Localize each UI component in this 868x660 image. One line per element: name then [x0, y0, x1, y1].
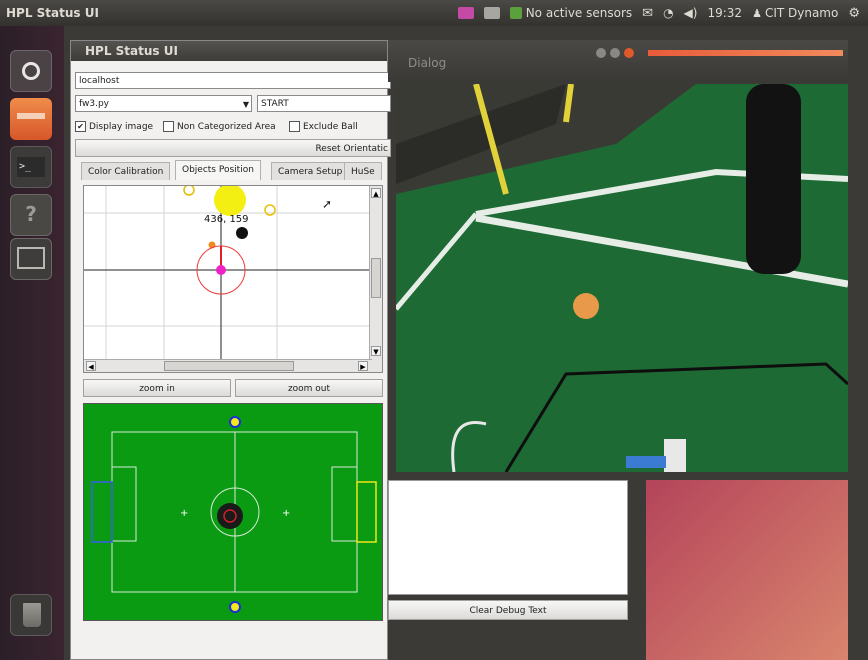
volume-icon[interactable]: ◀) [684, 6, 698, 20]
clear-debug-text-button[interactable]: Clear Debug Text [388, 600, 628, 620]
obstacle-marker [236, 227, 248, 239]
penalty-mark-right: + [282, 508, 290, 519]
launcher: >_ ? [0, 26, 64, 660]
gear-icon[interactable]: ⚙ [848, 6, 860, 21]
ball-marker [214, 186, 246, 216]
blue-goal [91, 481, 113, 543]
horizontal-scrollbar[interactable]: ◀ ▶ [84, 359, 372, 372]
debug-text-area[interactable] [388, 480, 628, 595]
host-field[interactable]: localhost [75, 72, 391, 89]
wifi-icon[interactable]: ◔ [663, 6, 673, 20]
workspace-switcher[interactable] [10, 238, 52, 280]
trash-icon [23, 603, 41, 627]
cursor-icon: ➚ [322, 197, 332, 211]
exclude-ball-checkbox[interactable]: Exclude Ball [289, 121, 358, 132]
scroll-right-arrow-icon[interactable]: ▶ [358, 361, 368, 371]
scroll-left-arrow-icon[interactable]: ◀ [86, 361, 96, 371]
dash-home-button[interactable] [10, 50, 52, 92]
zoom-in-button[interactable]: zoom in [83, 379, 231, 397]
localization-cloud [217, 503, 243, 529]
user-menu[interactable]: ♟ CIT Dynamo [752, 6, 838, 20]
window-titlebar[interactable]: HPL Status UI [71, 41, 387, 61]
start-field[interactable]: START [257, 95, 391, 112]
marker-object [626, 456, 666, 468]
checkbox-label: Exclude Ball [303, 121, 358, 132]
status-ui-window: HPL Status UI localhost fw3.py ▼ START ✔… [70, 40, 391, 660]
user-icon: ♟ [752, 6, 762, 20]
checkbox-label: Non Categorized Area [177, 121, 276, 132]
sensor-status-text: No active sensors [525, 6, 633, 20]
objects-position-view[interactable]: ➚ 436, 159 ▲ ▼ ◀ ▶ [83, 185, 383, 373]
coord-readout: 436, 159 [204, 214, 249, 225]
system-tray: No active sensors ✉ ◔ ◀) 19:32 ♟ CIT Dyn… [457, 0, 868, 26]
sensor-icon [509, 7, 522, 19]
vertical-scrollbar[interactable]: ▲ ▼ [369, 186, 382, 372]
goal-pole [746, 84, 801, 274]
window-controls [596, 48, 634, 58]
tab-color-calibration[interactable]: Color Calibration [81, 162, 171, 180]
horizontal-scroll-thumb[interactable] [164, 361, 294, 371]
camera-view [396, 84, 848, 472]
script-select[interactable]: fw3.py ▼ [75, 95, 252, 112]
non-categorized-checkbox[interactable]: Non Categorized Area [163, 121, 276, 132]
file-manager-launcher[interactable] [10, 98, 52, 140]
keyboard-icon[interactable] [483, 7, 500, 19]
checkbox-empty-icon [289, 121, 300, 132]
mail-icon[interactable]: ✉ [642, 6, 653, 21]
vertical-scroll-thumb[interactable] [371, 258, 381, 298]
progress-strip [648, 50, 843, 56]
penalty-mark-left: + [180, 508, 188, 519]
terminal-launcher[interactable]: >_ [10, 146, 52, 188]
top-panel: HPL Status UI No active sensors ✉ ◔ ◀) 1… [0, 0, 868, 26]
chat-icon[interactable] [457, 7, 474, 19]
question-icon: ? [25, 202, 37, 226]
camera-ball [573, 293, 599, 319]
clock[interactable]: 19:32 [707, 6, 742, 20]
dialog-window: Dialog Clear Debug Text [388, 40, 848, 660]
tab-huse[interactable]: HuSe [344, 162, 382, 180]
active-app-title: HPL Status UI [6, 6, 99, 20]
workspace-icon [17, 247, 45, 269]
checkbox-label: Display image [89, 121, 154, 132]
terminal-icon: >_ [17, 157, 45, 177]
checkbox-empty-icon [163, 121, 174, 132]
checkbox-checked-icon: ✔ [75, 121, 86, 132]
scroll-up-arrow-icon[interactable]: ▲ [371, 188, 381, 198]
ubuntu-logo-icon [22, 62, 40, 80]
zoom-out-button[interactable]: zoom out [235, 379, 383, 397]
field-map[interactable]: + + [83, 403, 383, 621]
robot-marker [216, 265, 226, 275]
trash-launcher[interactable] [10, 594, 52, 636]
script-select-value: fw3.py [79, 99, 109, 109]
ball-marker-outline [183, 186, 195, 196]
sensor-indicator[interactable]: No active sensors [509, 6, 633, 20]
chevron-down-icon: ▼ [242, 100, 249, 109]
close-icon[interactable] [624, 48, 634, 58]
minimize-icon[interactable] [596, 48, 606, 58]
help-launcher[interactable]: ? [10, 194, 52, 236]
scroll-down-arrow-icon[interactable]: ▼ [371, 346, 381, 356]
tab-objects-position[interactable]: Objects Position [175, 160, 261, 180]
dialog-titlebar[interactable]: Dialog [388, 40, 848, 82]
maximize-icon[interactable] [610, 48, 620, 58]
display-image-checkbox[interactable]: ✔ Display image [75, 121, 153, 132]
robot-part [664, 439, 686, 472]
window-title: HPL Status UI [85, 44, 178, 58]
folder-icon [17, 113, 45, 119]
user-name: CIT Dynamo [764, 6, 839, 20]
top-landmark-marker [229, 416, 241, 428]
desktop-background [646, 480, 848, 660]
bottom-landmark-marker [229, 601, 241, 613]
tab-camera-setup[interactable]: Camera Setup [271, 162, 350, 180]
dialog-title: Dialog [408, 56, 447, 70]
yellow-goal [356, 481, 377, 543]
reset-orientation-button[interactable]: Reset Orientatic [75, 139, 391, 157]
